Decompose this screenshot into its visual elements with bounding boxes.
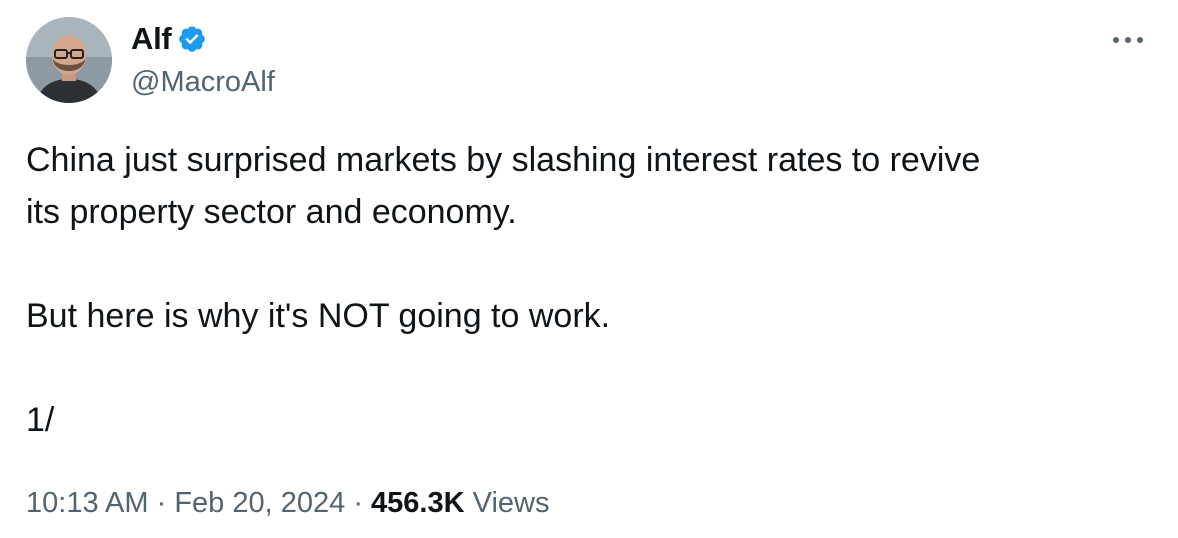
tweet-text: China just surprised markets by slashing… xyxy=(26,134,1146,446)
tweet-time[interactable]: 10:13 AM xyxy=(26,487,149,519)
tweet-paragraph-2: But here is why it's NOT going to work. xyxy=(26,297,611,335)
avatar[interactable] xyxy=(26,17,112,103)
author-handle[interactable]: @MacroAlf xyxy=(131,62,275,102)
tweet-line-1: China just surprised markets by slashing… xyxy=(26,141,981,179)
tweet-paragraph-3: 1/ xyxy=(26,401,55,439)
avatar-photo xyxy=(26,17,112,103)
tweet-meta: 10:13 AM · Feb 20, 2024 · 456.3K Views xyxy=(26,483,549,523)
author-name-row: Alf xyxy=(131,19,207,59)
tweet-card: Alf @MacroAlf China just surprised marke… xyxy=(0,0,1178,538)
tweet-date[interactable]: Feb 20, 2024 xyxy=(174,487,345,519)
views-label[interactable]: Views xyxy=(473,487,550,519)
tweet-line-2: its property sector and economy. xyxy=(26,193,517,231)
display-name[interactable]: Alf xyxy=(131,19,172,59)
meta-separator: · xyxy=(353,487,363,519)
views-count[interactable]: 456.3K xyxy=(371,487,465,519)
meta-separator: · xyxy=(156,487,167,519)
verified-badge-icon[interactable] xyxy=(177,24,207,54)
more-options-icon[interactable] xyxy=(1106,26,1150,54)
